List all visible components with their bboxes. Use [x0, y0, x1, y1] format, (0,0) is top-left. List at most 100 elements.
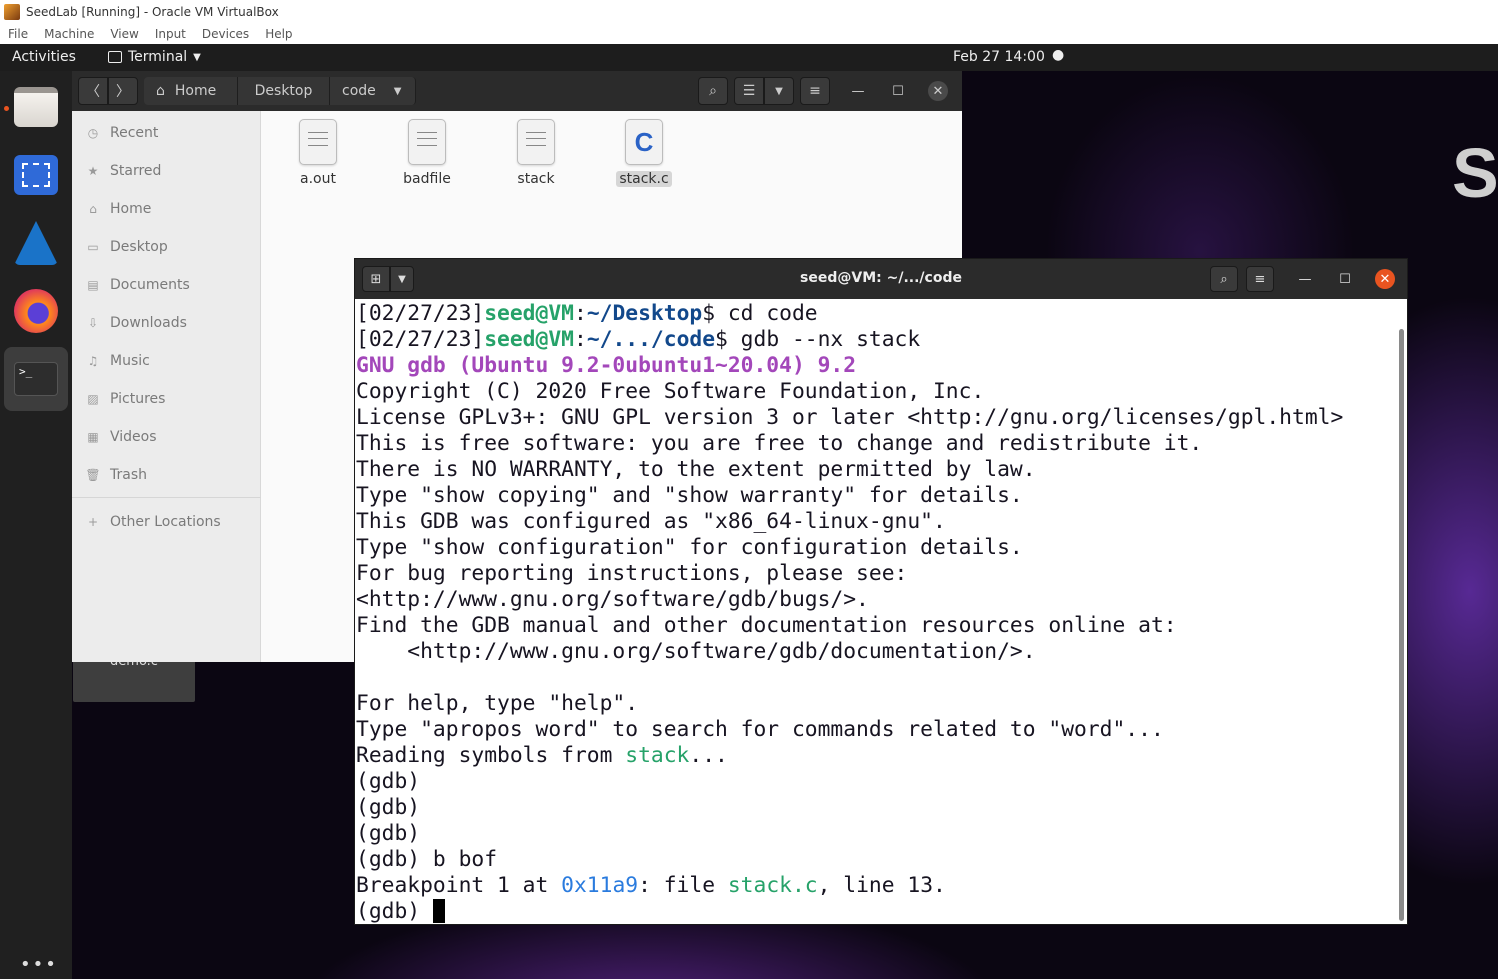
home-icon: ⌂ — [89, 202, 97, 216]
sidebar-item-pictures[interactable]: ▨ Pictures — [86, 387, 165, 411]
file-item-a-out[interactable]: a.out — [273, 119, 363, 187]
maximize-button[interactable]: ☐ — [888, 81, 908, 101]
sidebar-item-label: Home — [110, 201, 152, 217]
dock-files[interactable] — [4, 75, 68, 139]
text-file-icon — [299, 119, 337, 165]
files-headerbar: 〈 〉 ⌂ Home Desktop code ▼ ⌕ ☰ ▼ ≡ — ☐ ✕ — [72, 71, 962, 111]
sidebar-item-label: Recent — [110, 125, 159, 141]
sidebar-item-label: Desktop — [110, 239, 168, 255]
maximize-button[interactable]: ☐ — [1335, 269, 1355, 289]
vbox-menu-view[interactable]: View — [110, 27, 138, 41]
vbox-menu-machine[interactable]: Machine — [44, 27, 94, 41]
close-button[interactable]: ✕ — [1375, 269, 1395, 289]
terminal-search-button[interactable]: ⌕ — [1210, 266, 1238, 292]
breadcrumb-code[interactable]: code ▼ — [330, 77, 416, 105]
sidebar-item-label: Videos — [110, 429, 157, 445]
terminal-line: [02/27/23]seed@VM:~/Desktop$ cd code — [356, 301, 818, 326]
terminal-line: (gdb) b bof — [356, 847, 498, 872]
vbox-menu-input[interactable]: Input — [155, 27, 186, 41]
sidebar-item-recent[interactable]: ◷ Recent — [86, 121, 159, 145]
vbox-menu-devices[interactable]: Devices — [202, 27, 249, 41]
terminal-output[interactable]: [02/27/23]seed@VM:~/Desktop$ cd code [02/… — [355, 300, 1395, 924]
view-options-button[interactable]: ▼ — [764, 77, 794, 105]
terminal-line: License GPLv3+: GNU GPL version 3 or lat… — [356, 405, 1344, 430]
trash-icon: 🗑 — [85, 468, 101, 482]
sidebar-item-label: Starred — [110, 163, 162, 179]
vbox-titlebar: SeedLab [Running] - Oracle VM VirtualBox — [0, 0, 1498, 23]
video-icon: ▦ — [87, 430, 99, 444]
file-item-stack[interactable]: stack — [491, 119, 581, 187]
hamburger-icon: ≡ — [809, 83, 821, 99]
menu-button[interactable]: ≡ — [800, 77, 830, 105]
terminal-headerbar: ⊞ ▼ seed@VM: ~/.../code ⌕ ≡ — ☐ ✕ — [355, 259, 1407, 299]
sidebar-item-music[interactable]: ♫ Music — [86, 349, 150, 373]
c-source-file-icon: C — [625, 119, 663, 165]
file-name: stack.c — [616, 171, 672, 187]
terminal-line: [02/27/23]seed@VM:~/.../code$ gdb --nx s… — [356, 327, 921, 352]
terminal-line: Breakpoint 1 at 0x11a9: file stack.c, li… — [356, 873, 946, 898]
firefox-app-icon — [14, 289, 58, 333]
back-button[interactable]: 〈 — [78, 77, 108, 105]
vbox-menu-file[interactable]: File — [8, 27, 28, 41]
dock-terminal[interactable]: >_ — [4, 347, 68, 411]
sidebar-item-label: Pictures — [110, 391, 166, 407]
close-button[interactable]: ✕ — [928, 81, 948, 101]
minimize-button[interactable]: — — [1295, 269, 1315, 289]
dock-wireshark[interactable] — [4, 211, 68, 275]
terminal-scrollbar[interactable] — [1399, 329, 1404, 921]
home-icon: ⌂ — [156, 83, 165, 99]
file-item-badfile[interactable]: badfile — [382, 119, 472, 187]
screenshot-app-icon — [14, 155, 58, 195]
activities-button[interactable]: Activities — [12, 49, 76, 65]
terminal-line: This is free software: you are free to c… — [356, 431, 1203, 456]
sidebar-item-documents[interactable]: ▤ Documents — [86, 273, 190, 297]
sidebar-item-downloads[interactable]: ⇩ Downloads — [86, 311, 187, 335]
forward-button[interactable]: 〉 — [108, 77, 138, 105]
files-sidebar: ◷ Recent ★ Starred ⌂ Home ▭ Desktop ▤ Documen… — [72, 111, 261, 662]
breakpoint-address: 0x11a9 — [561, 873, 639, 898]
app-menu[interactable]: Terminal ▼ — [108, 49, 201, 65]
sidebar-item-starred[interactable]: ★ Starred — [86, 159, 162, 183]
terminal-prompt-line[interactable]: (gdb) — [356, 899, 1395, 924]
terminal-line: Type "show copying" and "show warranty" … — [356, 483, 1023, 508]
terminal-menu-button[interactable]: ≡ — [1246, 266, 1274, 292]
maximize-icon: ☐ — [1339, 271, 1351, 287]
chevron-down-icon: ▼ — [775, 85, 783, 97]
breadcrumb-desktop[interactable]: Desktop — [238, 77, 330, 105]
star-icon: ★ — [87, 164, 99, 178]
view-toggle-button[interactable]: ☰ — [734, 77, 764, 105]
file-name: stack — [517, 171, 555, 187]
terminal-line: (gdb) — [356, 769, 421, 794]
vbox-menu-help[interactable]: Help — [265, 27, 292, 41]
maximize-icon: ☐ — [892, 83, 904, 99]
virtualbox-logo-icon — [4, 3, 20, 20]
sidebar-item-label: Trash — [110, 467, 147, 483]
close-icon: ✕ — [932, 83, 944, 99]
search-button[interactable]: ⌕ — [698, 77, 728, 105]
desktop-folder-icon: ▭ — [87, 240, 99, 254]
terminal-window: ⊞ ▼ seed@VM: ~/.../code ⌕ ≡ — ☐ ✕ [02/27… — [354, 258, 1408, 925]
vbox-menubar: File Machine View Input Devices Help — [0, 23, 1498, 44]
sidebar-item-videos[interactable]: ▦ Videos — [86, 425, 157, 449]
text-file-icon — [408, 119, 446, 165]
breadcrumb-home[interactable]: ⌂ Home — [144, 77, 238, 105]
sidebar-item-label: Other Locations — [110, 514, 221, 530]
file-item-stack-c[interactable]: C stack.c — [599, 119, 689, 187]
sidebar-item-desktop[interactable]: ▭ Desktop — [86, 235, 168, 259]
terminal-line: Copyright (C) 2020 Free Software Foundat… — [356, 379, 985, 404]
dock-firefox[interactable] — [4, 279, 68, 343]
app-menu-label: Terminal — [128, 49, 188, 65]
gdb-banner: GNU gdb (Ubuntu 9.2-0ubuntu1~20.04) 9.2 — [356, 353, 857, 378]
sidebar-item-home[interactable]: ⌂ Home — [86, 197, 151, 221]
terminal-line: <http://www.gnu.org/software/gdb/bugs/>. — [356, 587, 869, 612]
clock[interactable]: Feb 27 14:00 — [953, 49, 1045, 65]
sidebar-item-other-locations[interactable]: + Other Locations — [86, 510, 221, 534]
search-icon: ⌕ — [709, 83, 717, 99]
show-applications-icon[interactable]: ••• — [20, 954, 58, 975]
sidebar-item-trash[interactable]: 🗑 Trash — [85, 463, 147, 487]
dock-screenshot[interactable] — [4, 143, 68, 207]
terminal-line: For help, type "help". — [356, 691, 639, 716]
terminal-line: For bug reporting instructions, please s… — [356, 561, 908, 586]
minimize-button[interactable]: — — [848, 81, 868, 101]
chevron-down-icon: ▼ — [393, 85, 402, 97]
